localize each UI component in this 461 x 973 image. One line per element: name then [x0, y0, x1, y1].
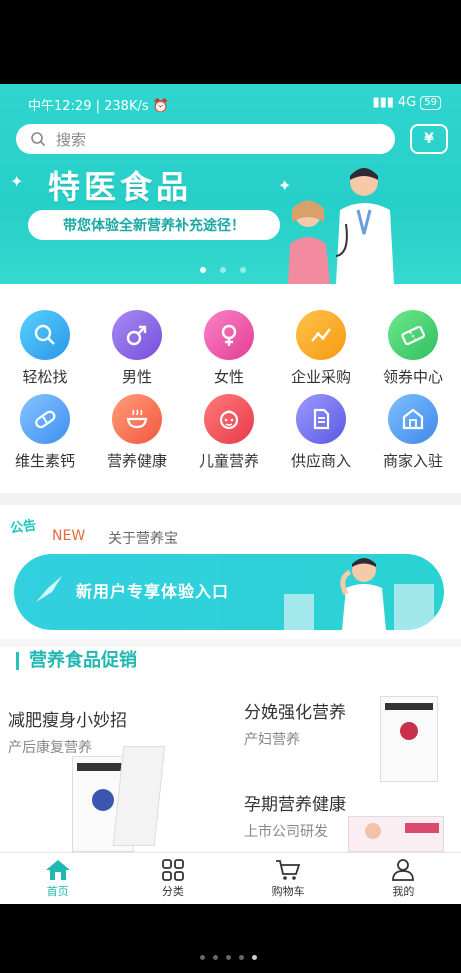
- notice-new-tag: NEW: [52, 528, 86, 544]
- battery-icon: 59: [420, 95, 441, 110]
- category-vitamins[interactable]: 维生素钙: [0, 394, 90, 471]
- sparkle-icon: [36, 576, 62, 602]
- category-label: 女性: [213, 368, 244, 386]
- search-placeholder: 搜索: [56, 130, 87, 149]
- male-icon: [112, 310, 162, 360]
- product-image: [112, 746, 166, 846]
- product-image[interactable]: [380, 696, 438, 782]
- sparkle-icon: ✦: [10, 172, 24, 191]
- alarm-icon: ⏰: [152, 99, 169, 114]
- banner-title: 特医食品: [48, 168, 193, 206]
- tab-label: 首页: [46, 884, 69, 898]
- category-label: 商家入驻: [382, 452, 443, 470]
- search-icon: [31, 132, 46, 147]
- network-label: 4G: [397, 95, 417, 110]
- category-label: 领券中心: [382, 368, 443, 386]
- store-icon: [388, 394, 438, 444]
- category-coupons[interactable]: 领券中心: [368, 310, 458, 387]
- new-user-banner[interactable]: 新用户专享体验入口: [14, 554, 444, 630]
- trend-icon: [296, 310, 346, 360]
- header-banner[interactable]: 中午12:29 | 238K/s ⏰ ▮▮▮ 4G 59 搜索 ¥ ✦ ✦ ✦ …: [0, 84, 461, 284]
- notice-bar[interactable]: 公告 NEW 关于营养宝: [9, 514, 450, 547]
- document-icon: [296, 394, 346, 444]
- carousel-dots[interactable]: [200, 267, 246, 273]
- category-label: 男性: [121, 368, 152, 386]
- home-icon: [45, 859, 70, 880]
- status-time: 中午12:29: [28, 99, 92, 114]
- product-image[interactable]: [348, 816, 444, 852]
- app-screen: 中午12:29 | 238K/s ⏰ ▮▮▮ 4G 59 搜索 ¥ ✦ ✦ ✦ …: [0, 84, 461, 904]
- coupon-icon: ¥: [424, 131, 434, 147]
- tab-cart[interactable]: 购物车: [231, 853, 346, 904]
- female-icon: [204, 310, 254, 360]
- category-label: 供应商入: [290, 452, 351, 470]
- status-speed: 238K/s: [104, 99, 149, 114]
- section-title: 营养食品促销: [16, 652, 137, 670]
- product-card[interactable]: 孕期营养健康 上市公司研发: [244, 790, 346, 841]
- divider: [0, 639, 461, 647]
- status-bar: 中午12:29 | 238K/s ⏰ ▮▮▮ 4G 59: [0, 92, 461, 114]
- cart-icon: [276, 859, 301, 880]
- category-label: 维生素钙: [14, 452, 75, 470]
- category-supplier[interactable]: 供应商入: [276, 394, 366, 471]
- category-label: 企业采购: [290, 368, 351, 386]
- category-label: 轻松找: [22, 368, 68, 386]
- tab-label: 分类: [161, 884, 184, 898]
- search-icon: [20, 310, 70, 360]
- divider: [0, 493, 461, 505]
- screenshot-pager: [200, 955, 257, 960]
- product-card[interactable]: 分娩强化营养 产妇营养: [244, 698, 346, 749]
- tab-label: 我的: [392, 884, 415, 898]
- promo-text: 新用户专享体验入口: [76, 582, 230, 601]
- category-nutrition[interactable]: 营养健康: [92, 394, 182, 471]
- ticket-icon: [388, 310, 438, 360]
- category-male[interactable]: 男性: [92, 310, 182, 387]
- category-female[interactable]: 女性: [184, 310, 274, 387]
- pill-icon: [20, 394, 70, 444]
- tab-label: 购物车: [271, 884, 305, 898]
- doctor-illustration: [288, 168, 394, 284]
- product-name: 孕期营养健康: [244, 795, 346, 815]
- category-merchant[interactable]: 商家入驻: [368, 394, 458, 471]
- category-children[interactable]: 儿童营养: [184, 394, 274, 471]
- banner-subtitle: 带您体验全新营养补充途径！: [28, 210, 280, 240]
- user-icon: [392, 858, 415, 881]
- signal-icon: ▮▮▮: [372, 95, 394, 110]
- product-subtitle: 产后康复营养: [8, 740, 92, 756]
- tab-profile[interactable]: 我的: [346, 853, 461, 904]
- child-icon: [204, 394, 254, 444]
- bowl-icon: [112, 394, 162, 444]
- notice-badge: 公告: [9, 518, 38, 537]
- product-card[interactable]: 减肥瘦身小妙招 产后康复营养: [8, 706, 127, 757]
- tab-home[interactable]: 首页: [0, 853, 115, 904]
- product-subtitle: 上市公司研发: [244, 824, 328, 840]
- notice-text[interactable]: 关于营养宝: [108, 528, 178, 548]
- product-subtitle: 产妇营养: [244, 732, 300, 748]
- search-input[interactable]: 搜索: [16, 124, 395, 154]
- grid-icon: [161, 858, 184, 881]
- coupon-button[interactable]: ¥: [410, 124, 448, 154]
- category-label: 营养健康: [106, 452, 167, 470]
- category-label: 儿童营养: [198, 452, 259, 470]
- man-illustration: [284, 558, 434, 630]
- bottom-tab-bar: 首页 分类 购物车 我的: [0, 852, 461, 904]
- category-easy-find[interactable]: 轻松找: [0, 310, 90, 387]
- product-name: 减肥瘦身小妙招: [8, 711, 127, 731]
- product-name: 分娩强化营养: [244, 703, 346, 723]
- tab-category[interactable]: 分类: [115, 853, 230, 904]
- category-enterprise[interactable]: 企业采购: [276, 310, 366, 387]
